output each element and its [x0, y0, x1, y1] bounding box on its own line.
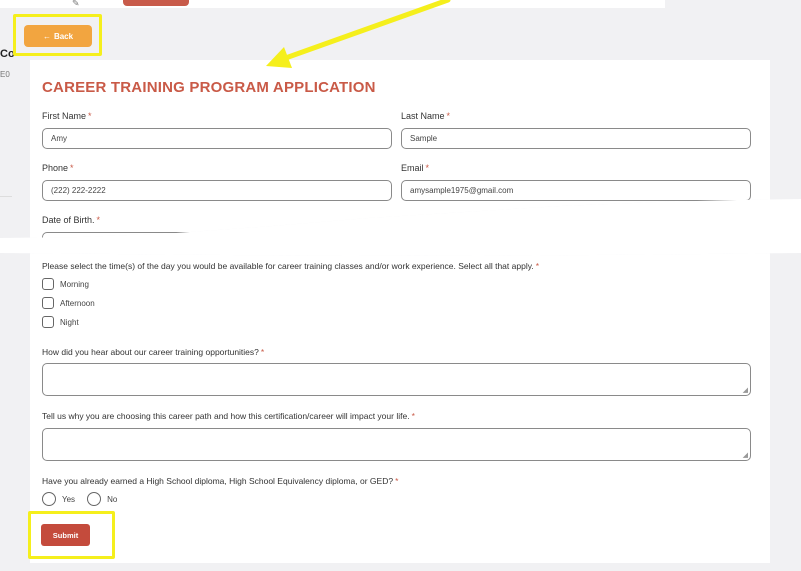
radio-no-label: No — [107, 494, 118, 504]
diploma-question: Have you already earned a High School di… — [42, 476, 398, 486]
required-marker: * — [411, 411, 415, 421]
why-path-question: Tell us why you are choosing this career… — [42, 411, 415, 421]
required-marker: * — [70, 163, 74, 173]
checkbox-morning[interactable]: Morning — [42, 278, 89, 290]
chevron-down-icon: ⌄ — [255, 233, 263, 243]
checkbox-night-box[interactable] — [42, 316, 54, 328]
form-card-continued — [30, 253, 770, 563]
checkbox-morning-box[interactable] — [42, 278, 54, 290]
phone-field[interactable]: (222) 222-2222 — [42, 180, 392, 201]
required-marker: * — [425, 163, 430, 173]
phone-value: (222) 222-2222 — [51, 186, 106, 195]
required-marker: * — [535, 261, 539, 271]
red-button-edge — [123, 0, 189, 6]
hear-about-question: How did you hear about our career traini… — [42, 347, 264, 357]
first-name-label-text: First Name — [42, 111, 87, 121]
availability-question: Please select the time(s) of the day you… — [42, 261, 539, 271]
checkbox-night-label: Night — [60, 317, 79, 327]
checkbox-afternoon-label: Afternoon — [60, 298, 95, 308]
first-name-value: Amy — [51, 134, 67, 143]
previous-card-edge: ✎ — [0, 0, 665, 8]
submit-button[interactable]: Submit — [41, 524, 90, 546]
required-marker: * — [260, 347, 265, 357]
hear-about-question-text: How did you hear about our career traini… — [42, 347, 259, 357]
checkbox-morning-label: Morning — [60, 279, 89, 289]
last-name-label: Last Name * — [401, 111, 450, 121]
checkbox-afternoon[interactable]: Afternoon — [42, 297, 95, 309]
availability-question-text: Please select the time(s) of the day you… — [42, 261, 534, 271]
required-marker: * — [395, 476, 399, 486]
hear-about-textarea[interactable]: ◢ — [42, 363, 751, 396]
last-name-label-text: Last Name — [401, 111, 445, 121]
email-field[interactable]: amysample1975@gmail.com — [401, 180, 751, 201]
required-marker: * — [96, 215, 101, 225]
required-marker: * — [446, 111, 451, 121]
checkbox-night[interactable]: Night — [42, 316, 79, 328]
first-name-label: First Name * — [42, 111, 92, 121]
top-screenshot-piece: ✎ Co E0 ← Back CAREER TRAINING PROGRAM A… — [0, 0, 801, 243]
last-name-field[interactable]: Sample — [401, 128, 751, 149]
phone-label: Phone * — [42, 163, 74, 173]
email-value: amysample1975@gmail.com — [410, 186, 514, 195]
diploma-question-text: Have you already earned a High School di… — [42, 476, 394, 486]
required-marker: * — [88, 111, 92, 121]
why-path-textarea[interactable]: ◢ — [42, 428, 751, 461]
dob-label: Date of Birth. * — [42, 215, 100, 225]
diploma-radio-group: Yes No — [42, 492, 117, 506]
resize-grip-icon[interactable]: ◢ — [743, 451, 748, 459]
dob-label-text: Date of Birth. — [42, 215, 95, 225]
dob-day-field[interactable]: 8 — [281, 232, 401, 238]
side-subtext: E0 — [0, 70, 10, 79]
first-name-field[interactable]: Amy — [42, 128, 392, 149]
back-button-highlight — [13, 14, 102, 56]
checkbox-afternoon-box[interactable] — [42, 297, 54, 309]
form-title: CAREER TRAINING PROGRAM APPLICATION — [42, 79, 376, 96]
radio-no[interactable] — [87, 492, 102, 506]
divider — [0, 196, 12, 197]
why-path-question-text: Tell us why you are choosing this career… — [42, 411, 410, 421]
phone-label-text: Phone — [42, 163, 69, 173]
pencil-icon: ✎ — [72, 0, 80, 8]
radio-yes[interactable] — [42, 492, 56, 506]
last-name-value: Sample — [410, 134, 438, 143]
email-label: Email * — [401, 163, 429, 173]
dob-month-select[interactable]: ⌄ — [42, 232, 271, 243]
resize-grip-icon[interactable]: ◢ — [743, 386, 748, 394]
email-label-text: Email — [401, 163, 424, 173]
radio-yes-label: Yes — [62, 494, 76, 504]
